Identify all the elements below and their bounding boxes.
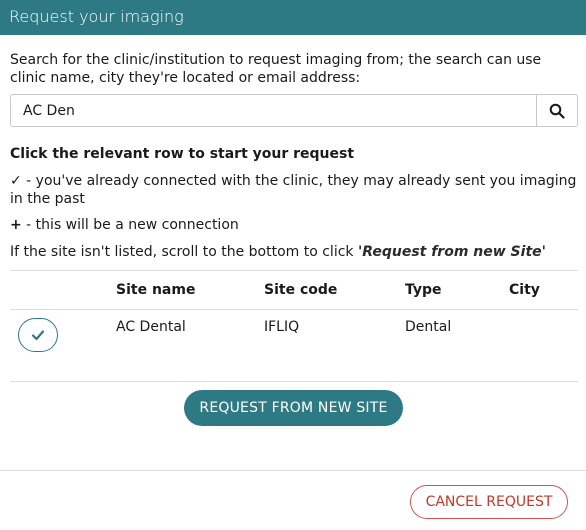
column-header-site-code: Site code bbox=[264, 282, 338, 298]
request-imaging-dialog: Request your imaging Search for the clin… bbox=[0, 0, 586, 530]
instructions-title: Click the relevant row to start your req… bbox=[10, 146, 355, 162]
search-input[interactable] bbox=[11, 95, 536, 126]
connected-legend-text: - you've already connected with the clin… bbox=[10, 173, 577, 207]
table-bottom-divider bbox=[10, 381, 578, 382]
column-header-site-name: Site name bbox=[116, 282, 196, 298]
check-icon bbox=[31, 330, 45, 341]
search-icon bbox=[549, 103, 565, 119]
cell-site-code: IFLIQ bbox=[264, 319, 300, 335]
dialog-title: Request your imaging bbox=[0, 0, 586, 35]
table-row[interactable] bbox=[10, 310, 578, 360]
cancel-request-button[interactable]: CANCEL REQUEST bbox=[410, 485, 568, 519]
search-instructions: Search for the clinic/institution to req… bbox=[10, 52, 542, 86]
new-site-hint: If the site isn't listed, scroll to the … bbox=[10, 243, 580, 261]
new-connection-legend-text: - this will be a new connection bbox=[21, 217, 239, 233]
new-connection-legend: + - this will be a new connection bbox=[10, 216, 580, 234]
connected-legend: ✓ - you've already connected with the cl… bbox=[10, 172, 580, 208]
connected-status-button[interactable] bbox=[18, 318, 58, 352]
new-site-hint-link: 'Request from new Site' bbox=[357, 244, 546, 260]
footer-divider bbox=[0, 470, 586, 471]
new-site-hint-text: If the site isn't listed, scroll to the … bbox=[10, 244, 358, 260]
request-new-site-button[interactable]: REQUEST FROM NEW SITE bbox=[184, 390, 403, 426]
column-header-city: City bbox=[509, 282, 540, 298]
search-bar bbox=[10, 94, 578, 127]
table-top-divider bbox=[10, 270, 578, 271]
search-button[interactable] bbox=[536, 95, 577, 126]
cell-type: Dental bbox=[405, 319, 452, 335]
plus-icon: + bbox=[10, 217, 22, 233]
check-icon: ✓ bbox=[10, 173, 22, 189]
column-header-type: Type bbox=[405, 282, 442, 298]
cell-site-name: AC Dental bbox=[116, 319, 186, 335]
